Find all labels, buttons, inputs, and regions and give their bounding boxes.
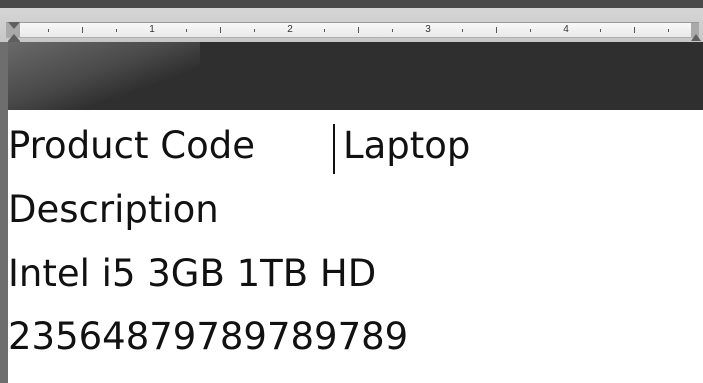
ruler-tick: [668, 29, 669, 32]
horizontal-ruler[interactable]: 1 2 3 4: [0, 8, 703, 46]
ruler-track[interactable]: 1 2 3 4: [6, 22, 699, 38]
product-number: 23564879789789789: [8, 315, 409, 358]
ruler-tick: [634, 27, 635, 33]
ruler-tick: [530, 29, 531, 32]
ruler-tick: [358, 27, 359, 33]
ruler-tick: [220, 27, 221, 33]
ruler-tick: [48, 29, 49, 32]
hanging-indent-marker[interactable]: [8, 34, 20, 41]
ruler-tick: [496, 27, 497, 33]
document-page[interactable]: Product Code Laptop Description Intel i5…: [8, 110, 703, 383]
ruler-tick: [254, 29, 255, 32]
ruler-tick: [82, 27, 83, 33]
first-line-indent-marker[interactable]: [8, 22, 20, 29]
ruler-tick: [324, 29, 325, 32]
page-left-edge: [0, 42, 8, 383]
ruler-tick: [392, 29, 393, 32]
window-top-border: [0, 0, 703, 8]
ruler-number: 2: [287, 24, 293, 35]
description-label: Description: [8, 188, 219, 231]
description-text: Intel i5 3GB 1TB HD: [8, 252, 377, 295]
ruler-tick: [116, 29, 117, 32]
document-canvas-background: [0, 42, 703, 110]
ruler-number: 3: [425, 24, 431, 35]
ruler-number: 4: [563, 24, 569, 35]
ruler-tick: [186, 29, 187, 32]
page-shadow: [0, 42, 200, 110]
ruler-tick: [600, 29, 601, 32]
right-indent-marker[interactable]: [691, 34, 701, 41]
table-cell-border: [333, 124, 335, 174]
word-processor-view: 1 2 3 4 Product Code Laptop Description …: [0, 0, 703, 383]
ruler-tick: [462, 29, 463, 32]
ruler-number: 1: [149, 24, 155, 35]
product-code-label: Product Code: [8, 124, 255, 167]
product-code-value: Laptop: [343, 124, 471, 167]
